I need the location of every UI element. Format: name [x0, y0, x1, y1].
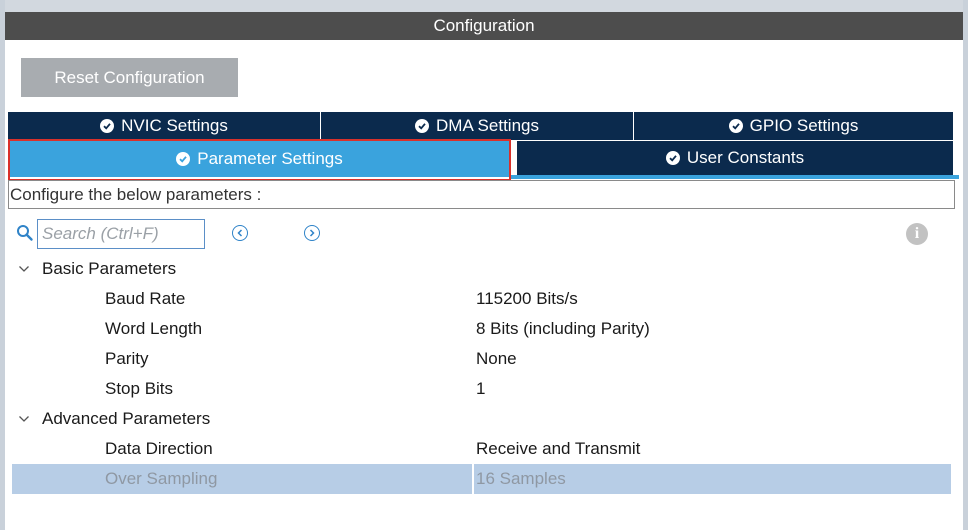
tab-label: DMA Settings	[436, 116, 539, 135]
window-title: Configuration	[433, 16, 535, 35]
window-frame-right	[963, 0, 968, 530]
group-label: Advanced Parameters	[42, 409, 211, 428]
tab-user-constants[interactable]: User Constants	[517, 141, 953, 175]
check-circle-icon	[100, 119, 115, 133]
search-icon[interactable]	[16, 224, 34, 242]
param-label: Stop Bits	[105, 379, 174, 398]
reset-configuration-label: Reset Configuration	[54, 67, 205, 87]
param-row-word-length[interactable]: Word Length 8 Bits (including Parity)	[12, 314, 951, 344]
tab-gpio-settings[interactable]: GPIO Settings	[634, 112, 953, 140]
configuration-title-bar: Configuration	[5, 12, 963, 40]
check-circle-icon	[728, 119, 743, 133]
info-icon[interactable]: i	[906, 223, 928, 245]
group-label: Basic Parameters	[42, 259, 177, 278]
tab-parameter-settings[interactable]: Parameter Settings	[8, 141, 511, 177]
param-value[interactable]: 115200 Bits/s	[476, 284, 578, 314]
window-frame-left	[0, 0, 5, 530]
param-value[interactable]: None	[476, 344, 517, 374]
param-value: 16 Samples	[476, 469, 566, 488]
tab-label: GPIO Settings	[749, 116, 859, 135]
parameters-description: Configure the below parameters :	[8, 180, 955, 209]
chevron-down-icon	[19, 266, 29, 272]
chevron-down-icon	[19, 416, 29, 422]
check-circle-icon	[415, 119, 429, 133]
chevron-left-icon	[237, 229, 243, 237]
check-circle-icon	[665, 151, 680, 165]
description-text: Configure the below parameters :	[10, 184, 262, 204]
tab-label: Parameter Settings	[197, 149, 343, 168]
window-frame-top	[0, 0, 968, 12]
param-row-over-sampling[interactable]: Over Sampling 16 Samples	[12, 464, 951, 494]
tab-nvic-settings[interactable]: NVIC Settings	[8, 112, 321, 140]
search-previous-button[interactable]	[232, 225, 248, 241]
param-label: Word Length	[105, 319, 203, 338]
param-label: Over Sampling	[105, 469, 218, 488]
tab-label: User Constants	[686, 148, 805, 167]
param-row-stop-bits[interactable]: Stop Bits 1	[12, 374, 951, 404]
tab-row-top: NVIC Settings DMA Settings GPIO Settings	[8, 112, 953, 140]
reset-configuration-button[interactable]: Reset Configuration	[21, 58, 238, 97]
param-row-parity[interactable]: Parity None	[12, 344, 951, 374]
search-input[interactable]	[37, 219, 205, 249]
search-next-button[interactable]	[304, 225, 320, 241]
chevron-right-icon	[309, 229, 315, 237]
param-value[interactable]: 8 Bits (including Parity)	[476, 314, 650, 344]
tab-underline	[511, 175, 959, 179]
param-row-baud-rate[interactable]: Baud Rate 115200 Bits/s	[12, 284, 951, 314]
param-label: Parity	[105, 349, 149, 368]
param-label: Baud Rate	[105, 289, 186, 308]
tab-label: NVIC Settings	[121, 116, 228, 135]
param-value[interactable]: 1	[476, 374, 485, 404]
info-glyph: i	[914, 225, 920, 242]
column-divider	[472, 464, 474, 494]
check-circle-icon	[176, 152, 191, 166]
tab-dma-settings[interactable]: DMA Settings	[321, 112, 634, 140]
param-label: Data Direction	[105, 439, 213, 458]
param-value[interactable]: Receive and Transmit	[476, 434, 640, 464]
param-row-data-direction[interactable]: Data Direction Receive and Transmit	[12, 434, 951, 464]
